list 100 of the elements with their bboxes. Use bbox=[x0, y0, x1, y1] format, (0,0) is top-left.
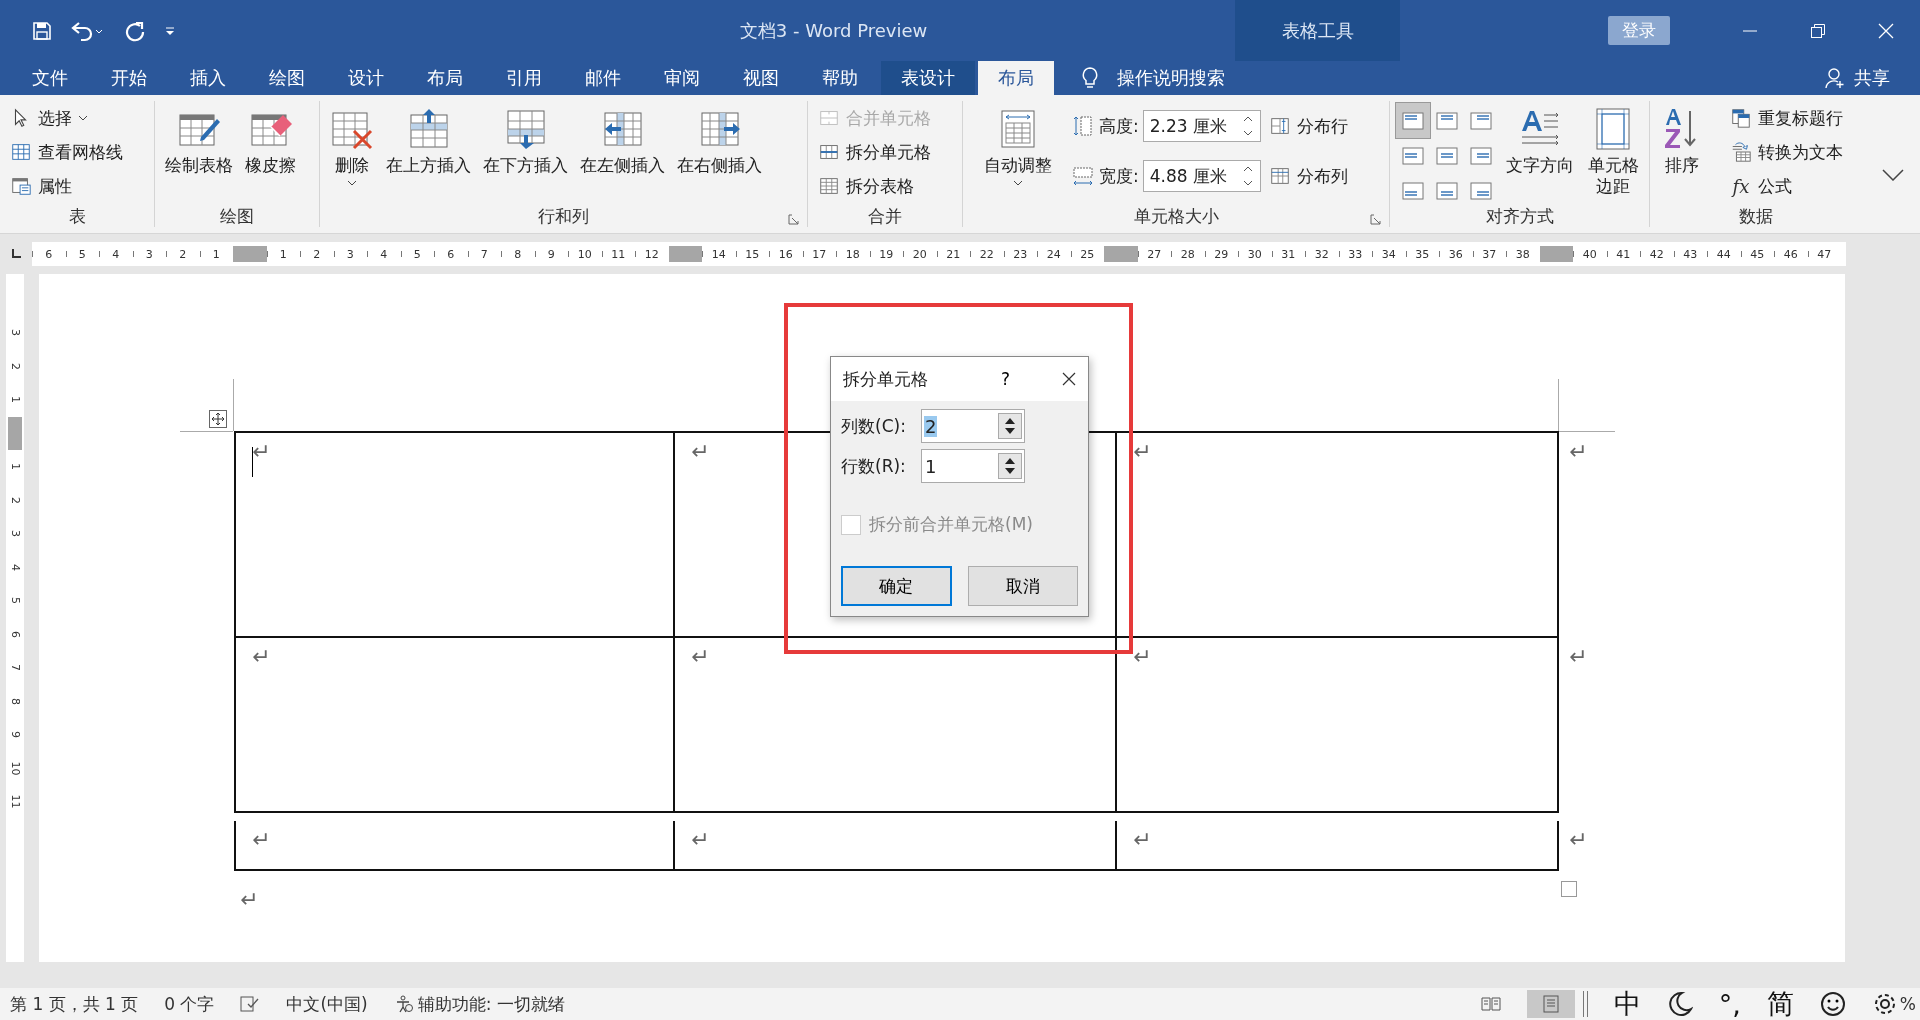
ruler-number: 23 bbox=[1013, 247, 1028, 261]
ribbon-tab[interactable]: 邮件 bbox=[565, 61, 641, 95]
ribbon-button[interactable]: 在下方插入 bbox=[479, 101, 572, 201]
group-label: 数据 bbox=[1739, 204, 1773, 228]
dialog-button[interactable]: 取消 bbox=[967, 566, 1078, 606]
ruler-number: 45 bbox=[1750, 247, 1765, 261]
accessibility-status[interactable]: 辅助功能: 一切就绪 bbox=[393, 992, 565, 1016]
language-status[interactable]: 中文(中国) bbox=[286, 992, 368, 1016]
ribbon-button[interactable]: 绘制表格 bbox=[161, 101, 237, 201]
ribbon-button[interactable]: 在左侧插入 bbox=[576, 101, 669, 201]
word-count[interactable]: 0 个字 bbox=[164, 992, 215, 1016]
share-button[interactable]: 共享 bbox=[1824, 61, 1920, 95]
ruler-number: 42 bbox=[1649, 247, 1664, 261]
group-label: 表 bbox=[68, 204, 86, 228]
ruler-number: 36 bbox=[1448, 247, 1463, 261]
window-title: 文档3 - Word Preview bbox=[738, 18, 929, 43]
ribbon-button[interactable]: 拆分单元格 bbox=[814, 135, 935, 169]
table-cell[interactable]: ↵ bbox=[1117, 821, 1559, 871]
ribbon-tab[interactable]: 布局 bbox=[407, 61, 483, 95]
ruler-number: 10 bbox=[8, 761, 22, 776]
ribbon-tab[interactable]: 设计 bbox=[328, 61, 404, 95]
table-cell[interactable]: ↵ bbox=[234, 431, 675, 638]
ribbon-button[interactable]: 重复标题行 bbox=[1726, 101, 1847, 135]
ruler-number: 25 bbox=[1080, 247, 1095, 261]
ribbon-button[interactable]: 分布列 bbox=[1264, 159, 1352, 193]
ribbon-tab[interactable]: 帮助 bbox=[802, 61, 878, 95]
ruler-number: 44 bbox=[1716, 247, 1731, 261]
ruler-number: 20 bbox=[912, 247, 927, 261]
spinner-field[interactable]: 2.23 厘米 bbox=[1142, 110, 1261, 142]
ribbon-button[interactable]: 查看网格线 bbox=[6, 135, 127, 169]
ribbon-button[interactable]: 删除 bbox=[326, 101, 378, 201]
ribbon-button[interactable]: 排序 bbox=[1656, 101, 1708, 201]
tell-me-search[interactable]: 操作说明搜索 bbox=[1081, 61, 1225, 95]
ribbon-button[interactable]: 转换为文本 bbox=[1726, 135, 1847, 169]
ruler-number: 5 bbox=[8, 597, 22, 605]
dialog-button[interactable]: 确定 bbox=[841, 566, 952, 606]
ribbon-tab[interactable]: 布局 bbox=[978, 61, 1054, 95]
ime-script[interactable]: 简 bbox=[1766, 986, 1794, 1020]
tell-me-label: 操作说明搜索 bbox=[1117, 66, 1225, 90]
ribbon-button[interactable]: 选择 bbox=[6, 101, 127, 135]
group-label: 绘图 bbox=[220, 204, 254, 228]
ribbon-button[interactable]: 单元格边距 bbox=[1582, 101, 1645, 201]
ime-mode[interactable]: 中 bbox=[1613, 986, 1641, 1020]
ruler-number: 1 bbox=[8, 463, 22, 471]
ribbon-tab[interactable]: 绘图 bbox=[249, 61, 325, 95]
ruler-number: 24 bbox=[1046, 247, 1061, 261]
zoom-level[interactable]: % bbox=[1899, 994, 1920, 1014]
table-cell[interactable]: ↵ bbox=[675, 821, 1117, 871]
ribbon-tab[interactable]: 插入 bbox=[170, 61, 246, 95]
number-field[interactable]: 1 bbox=[921, 449, 1025, 483]
ribbon-button[interactable]: 拆分表格 bbox=[814, 169, 935, 203]
ruler-number: 41 bbox=[1616, 247, 1631, 261]
ribbon-button[interactable]: 在右侧插入 bbox=[673, 101, 766, 201]
ribbon-button[interactable]: fx 公式 bbox=[1726, 169, 1847, 203]
ribbon-tab[interactable]: 引用 bbox=[486, 61, 562, 95]
table-cell[interactable]: ↵ bbox=[234, 638, 675, 813]
ruler-number: 28 bbox=[1180, 247, 1195, 261]
help-button[interactable]: ? bbox=[1000, 369, 1010, 389]
ruler-number: 15 bbox=[745, 247, 760, 261]
ruler-number: 8 bbox=[8, 697, 22, 705]
ruler-number: 18 bbox=[845, 247, 860, 261]
ime-punctuation[interactable]: °, bbox=[1718, 988, 1741, 1020]
table-cell[interactable]: ↵ bbox=[1117, 431, 1559, 638]
checkbox-label: 拆分前合并单元格(M) bbox=[869, 513, 1033, 536]
group-label: 单元格大小 bbox=[1133, 204, 1219, 228]
ruler-number: 38 bbox=[1515, 247, 1530, 261]
ribbon-button[interactable]: 自动调整 bbox=[969, 101, 1067, 201]
ribbon-button[interactable]: 橡皮擦 bbox=[241, 101, 300, 201]
ruler-number: 6 bbox=[45, 247, 53, 261]
ribbon-button[interactable]: 属性 bbox=[6, 169, 127, 203]
page-count[interactable]: 第 1 页，共 1 页 bbox=[10, 992, 139, 1016]
field-label: 宽度: bbox=[1099, 164, 1139, 188]
ribbon-tab[interactable]: 表设计 bbox=[881, 61, 975, 95]
field-label: 行数(R): bbox=[841, 454, 907, 478]
ruler-number: 4 bbox=[380, 247, 388, 261]
ruler-number: 7 bbox=[8, 664, 22, 672]
group-label: 行和列 bbox=[538, 204, 589, 228]
ribbon-tab[interactable]: 视图 bbox=[723, 61, 799, 95]
ribbon-tab[interactable]: 文件 bbox=[12, 61, 88, 95]
ruler-number: 27 bbox=[1147, 247, 1162, 261]
ribbon-button[interactable]: 文字方向 bbox=[1502, 101, 1578, 201]
table-cell[interactable]: ↵ bbox=[675, 638, 1117, 813]
number-field[interactable]: 2 bbox=[921, 409, 1025, 443]
field-label: 列数(C): bbox=[841, 414, 907, 438]
ruler-number: 4 bbox=[8, 563, 22, 571]
table-cell[interactable]: ↵ bbox=[234, 821, 675, 871]
spinner-field[interactable]: 4.88 厘米 bbox=[1142, 160, 1261, 192]
ruler-number: 1 bbox=[212, 247, 220, 261]
ruler-number: 30 bbox=[1247, 247, 1262, 261]
ribbon-tab[interactable]: 审阅 bbox=[644, 61, 720, 95]
group-label: 对齐方式 bbox=[1485, 204, 1554, 228]
ribbon-button[interactable]: 在上方插入 bbox=[382, 101, 475, 201]
context-tab-group: 表格工具 bbox=[1235, 0, 1400, 61]
table-cell[interactable]: ↵ bbox=[1117, 638, 1559, 813]
ruler-number: 11 bbox=[8, 794, 22, 809]
ribbon-button[interactable]: 分布行 bbox=[1264, 109, 1352, 143]
ruler-number: 4 bbox=[112, 247, 120, 261]
row-end-mark: ↵ bbox=[1569, 827, 1588, 852]
ruler-number: 47 bbox=[1817, 247, 1832, 261]
ribbon-tab[interactable]: 开始 bbox=[91, 61, 167, 95]
